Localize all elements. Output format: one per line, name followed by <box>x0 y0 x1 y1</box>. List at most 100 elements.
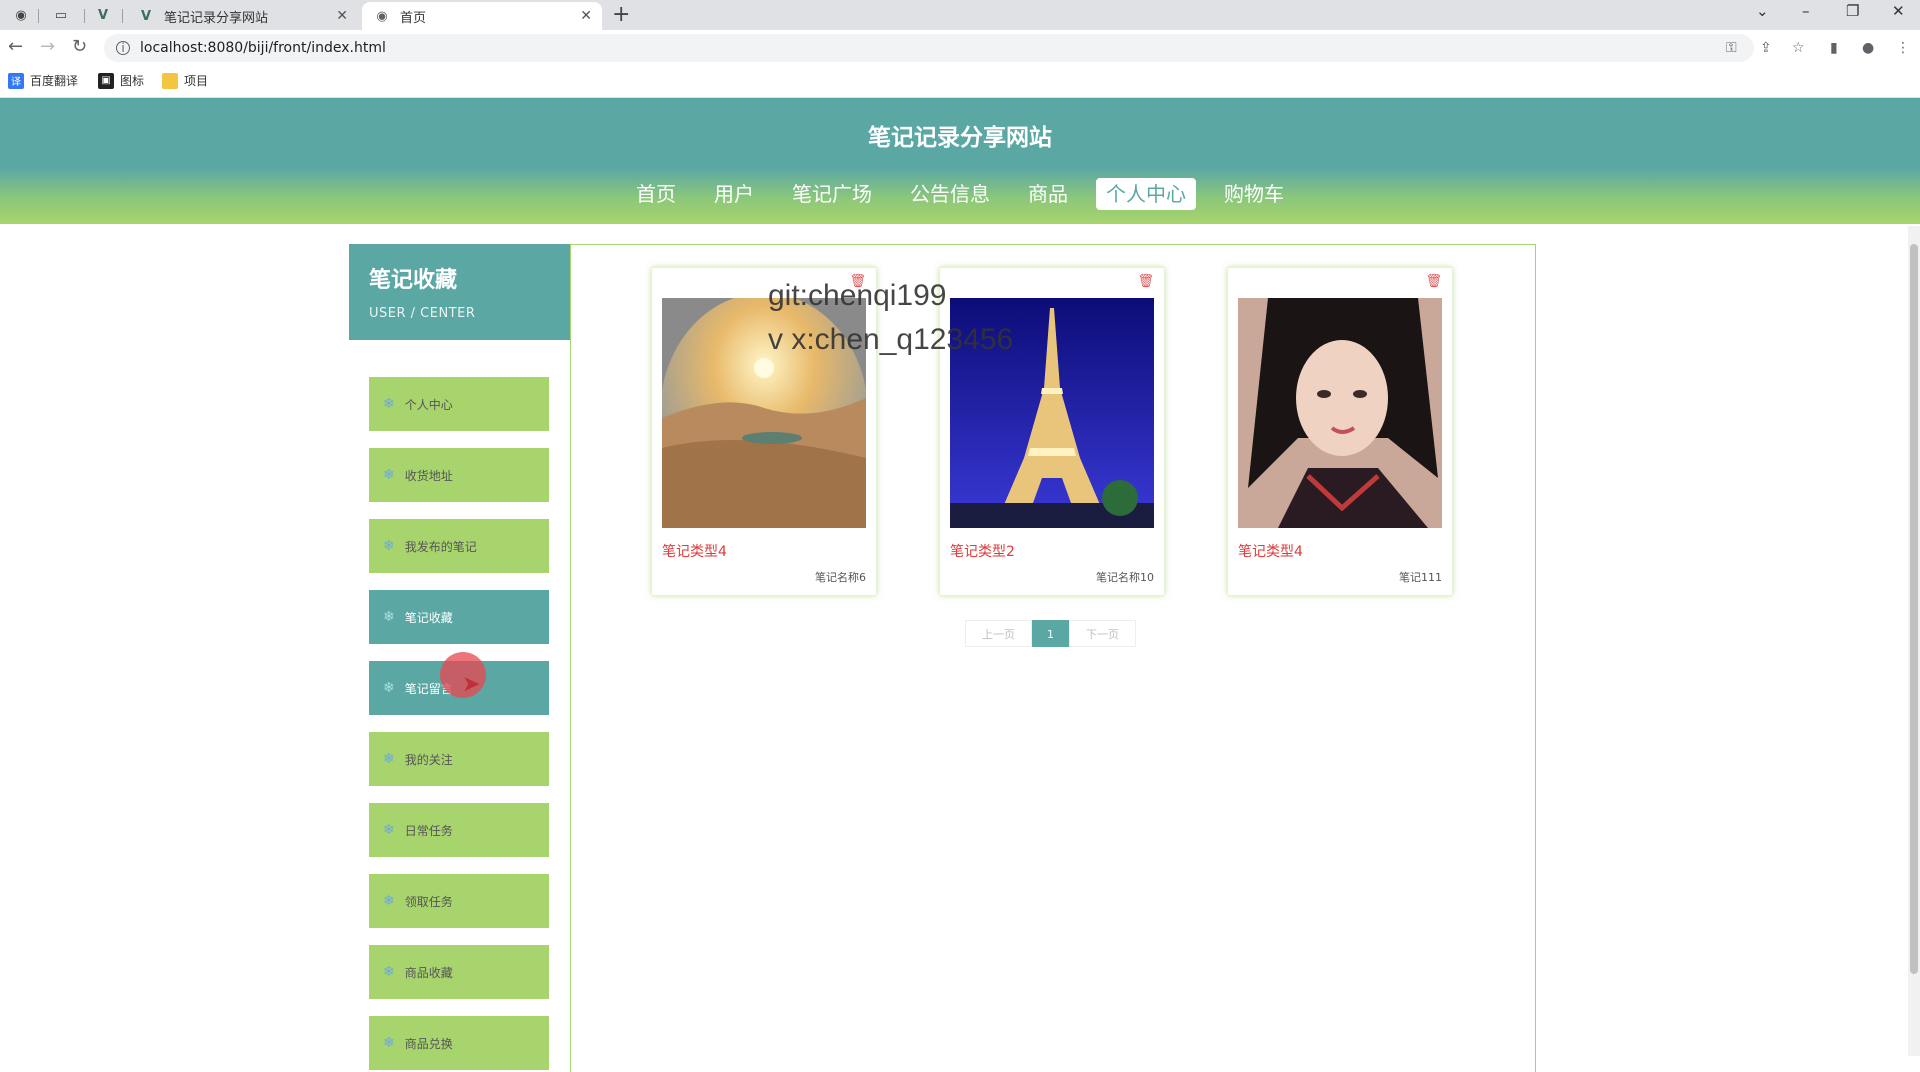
nav-user-center[interactable]: 个人中心 <box>1096 178 1196 210</box>
sidebar-item-my-notes[interactable]: ❄ 我发布的笔记 <box>369 519 549 573</box>
main-nav: 首页 用户 笔记广场 公告信息 商品 个人中心 购物车 <box>0 178 1920 210</box>
sidebar-item-address[interactable]: ❄ 收货地址 <box>369 448 549 502</box>
sidebar-item-label: 我的关注 <box>404 752 453 767</box>
prev-page-button[interactable]: 上一页 <box>965 620 1032 647</box>
close-icon[interactable]: ✕ <box>336 8 348 24</box>
cursor-icon: ➤ <box>462 672 481 697</box>
profile-icon[interactable]: ● <box>1862 40 1874 56</box>
bookmark-icons[interactable]: ▣ 图标 <box>98 72 144 89</box>
sidebar-item-label: 商品收藏 <box>404 965 453 980</box>
trash-icon[interactable]: 🗑 <box>1137 274 1154 289</box>
snowflake-icon: ❄ <box>383 964 395 980</box>
sidebar-item-label: 我发布的笔记 <box>404 539 477 554</box>
tab-separator <box>122 9 123 23</box>
tab-separator <box>84 9 85 23</box>
bookmark-project[interactable]: 项目 <box>162 72 208 89</box>
snowflake-icon: ❄ <box>383 893 395 909</box>
globe-icon: ◉ <box>376 8 388 24</box>
snowflake-icon: ❄ <box>383 751 395 767</box>
key-icon[interactable]: ⚿ <box>1726 40 1737 56</box>
sidebar-item-product-favorites[interactable]: ❄ 商品收藏 <box>369 945 549 999</box>
card-note-type[interactable]: 笔记类型4 <box>1238 541 1303 561</box>
folder-icon <box>162 72 178 89</box>
watermark-line: v x:chen_q123456 <box>768 323 1014 356</box>
tab-site[interactable]: V 笔记记录分享网站 ✕ <box>126 2 358 30</box>
page-scrollbar[interactable] <box>1908 226 1920 1056</box>
new-tab-icon[interactable]: + <box>612 2 630 27</box>
url-field[interactable]: i localhost:8080/biji/front/index.html <box>104 34 1754 62</box>
sidebar-header: 笔记收藏 USER / CENTER <box>349 244 570 340</box>
vue-tab-icon[interactable]: V <box>88 4 118 26</box>
forward-icon[interactable]: → <box>40 36 55 57</box>
sidebar-item-claim-tasks[interactable]: ❄ 领取任务 <box>369 874 549 928</box>
sidebar-item-label: 商品兑换 <box>404 1036 453 1051</box>
sidebar-item-daily-tasks[interactable]: ❄ 日常任务 <box>369 803 549 857</box>
sidebar-menu: ❄ 个人中心 ❄ 收货地址 ❄ 我发布的笔记 ❄ 笔记收藏 ❄ 笔记留言 ❄ 我的关注 ❄ 日… <box>369 377 549 1072</box>
bookmark-label: 百度翻译 <box>30 74 79 88</box>
snowflake-icon: ❄ <box>383 822 395 838</box>
snowflake-icon: ❄ <box>383 680 395 696</box>
tab-home[interactable]: ◉ 首页 ✕ <box>362 2 602 30</box>
nav-note-square[interactable]: 笔记广场 <box>782 178 882 210</box>
snowflake-icon: ❄ <box>383 467 395 483</box>
image-icon: ▣ <box>98 72 114 89</box>
snowflake-icon: ❄ <box>383 1035 395 1051</box>
nav-cart[interactable]: 购物车 <box>1214 178 1294 210</box>
info-icon[interactable]: i <box>116 41 130 55</box>
watermark-line: git:chenqi199 <box>768 279 947 312</box>
reload-icon[interactable]: ↻ <box>72 36 87 57</box>
sidebar-item-label: 领取任务 <box>404 894 453 909</box>
sidebar-item-label: 收货地址 <box>404 468 453 483</box>
minimize-icon[interactable]: – <box>1802 2 1810 20</box>
tab-separator <box>38 9 39 23</box>
tab-title: 首页 <box>400 10 427 26</box>
scrollbar-thumb[interactable] <box>1910 244 1918 974</box>
pagination: 上一页 1 下一页 <box>965 620 1136 647</box>
portrait-image[interactable] <box>1238 298 1442 528</box>
sidebar-item-product-exchange[interactable]: ❄ 商品兑换 <box>369 1016 549 1070</box>
card-note-type[interactable]: 笔记类型2 <box>950 541 1015 561</box>
nav-products[interactable]: 商品 <box>1018 178 1078 210</box>
menu-icon[interactable]: ⋮ <box>1896 40 1910 56</box>
card-note-name: 笔记111 <box>1399 571 1442 584</box>
sidebar-icon[interactable]: ▮ <box>1830 40 1838 56</box>
next-page-button[interactable]: 下一页 <box>1069 620 1136 647</box>
close-window-icon[interactable]: ✕ <box>1892 2 1905 20</box>
bookmark-translate[interactable]: 译 百度翻译 <box>8 72 78 89</box>
nav-announcements[interactable]: 公告信息 <box>900 178 1000 210</box>
bookmarks-bar: 译 百度翻译 ▣ 图标 项目 <box>0 64 1920 98</box>
snowflake-icon: ❄ <box>383 396 395 412</box>
snowflake-icon: ❄ <box>383 538 395 554</box>
close-icon[interactable]: ✕ <box>580 8 592 24</box>
restore-icon[interactable]: ❐ <box>1846 2 1859 20</box>
star-icon[interactable]: ☆ <box>1792 40 1805 56</box>
sidebar-item-following[interactable]: ❄ 我的关注 <box>369 732 549 786</box>
sidebar-item-user-center[interactable]: ❄ 个人中心 <box>369 377 549 431</box>
globe-icon[interactable]: ◉ <box>6 4 36 26</box>
nav-users[interactable]: 用户 <box>704 178 764 210</box>
url-text: localhost:8080/biji/front/index.html <box>140 40 386 56</box>
card-note-name: 笔记名称6 <box>815 571 866 584</box>
favorite-card[interactable]: 🗑 笔记类型4 笔记111 <box>1227 267 1453 596</box>
tab-title: 笔记记录分享网站 <box>164 10 269 26</box>
site-title: 笔记记录分享网站 <box>868 125 1052 151</box>
sidebar-item-label: 笔记收藏 <box>404 610 453 625</box>
browser-address-bar: ← → ↻ i localhost:8080/biji/front/index.… <box>0 30 1920 64</box>
page-number-button[interactable]: 1 <box>1032 620 1069 647</box>
card-note-name: 笔记名称10 <box>1096 571 1154 584</box>
browser-tab-bar: ◉ ▭ V V 笔记记录分享网站 ✕ ◉ 首页 ✕ + ⌄ – ❐ ✕ <box>0 0 1920 30</box>
site-header: 笔记记录分享网站 首页 用户 笔记广场 公告信息 商品 个人中心 购物车 <box>0 98 1920 224</box>
sidebar-subtitle: USER / CENTER <box>369 306 476 321</box>
share-icon[interactable]: ⇪ <box>1760 40 1772 56</box>
sidebar-item-note-favorites[interactable]: ❄ 笔记收藏 <box>369 590 549 644</box>
chevron-down-icon[interactable]: ⌄ <box>1756 2 1769 20</box>
blank-tab-icon[interactable]: ▭ <box>46 4 76 26</box>
bookmark-label: 图标 <box>120 74 145 88</box>
nav-home[interactable]: 首页 <box>626 178 686 210</box>
back-icon[interactable]: ← <box>8 36 23 57</box>
card-note-type[interactable]: 笔记类型4 <box>662 541 727 561</box>
sidebar-title: 笔记收藏 <box>369 268 458 293</box>
trash-icon[interactable]: 🗑 <box>1425 274 1442 289</box>
sidebar-item-label: 个人中心 <box>404 397 453 412</box>
vue-icon: V <box>140 8 152 24</box>
